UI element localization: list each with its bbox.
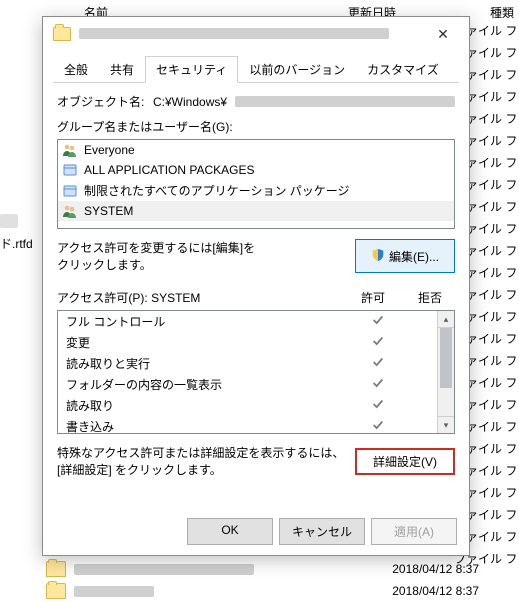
permission-row[interactable]: フォルダーの内容の一覧表示 bbox=[58, 374, 454, 395]
permission-row[interactable]: 読み取りと実行 bbox=[58, 353, 454, 374]
permission-row[interactable]: 読み取り bbox=[58, 395, 454, 416]
scroll-thumb[interactable] bbox=[440, 328, 452, 388]
edit-row: アクセス許可を変更するには[編集]をクリックします。 編集(E)... bbox=[57, 239, 455, 273]
edit-hint: アクセス許可を変更するには[編集]をクリックします。 bbox=[57, 239, 355, 273]
tabstrip: 全般 共有 セキュリティ 以前のバージョン カスタマイズ bbox=[53, 55, 459, 83]
permissions-header: アクセス許可(P): SYSTEM 許可 拒否 bbox=[57, 289, 455, 306]
sidebar-item-rtfd[interactable]: ド.rtfd bbox=[0, 235, 33, 252]
col-allow: 許可 bbox=[341, 289, 405, 306]
explorer-left-frag: ド.rtfd bbox=[0, 210, 42, 254]
permission-allow bbox=[350, 418, 406, 434]
group-item-label: 制限されたすべてのアプリケーション パッケージ bbox=[84, 182, 350, 199]
permission-name: フル コントロール bbox=[66, 313, 350, 330]
permission-row[interactable]: 変更 bbox=[58, 332, 454, 353]
permission-allow bbox=[350, 334, 406, 351]
tab-customize[interactable]: カスタマイズ bbox=[356, 56, 450, 83]
permission-name: 書き込み bbox=[66, 418, 350, 434]
package-icon bbox=[62, 162, 78, 178]
package-icon bbox=[62, 183, 78, 199]
group-item-everyone[interactable]: Everyone bbox=[58, 140, 454, 160]
dialog-footer: OK キャンセル 適用(A) bbox=[43, 508, 469, 555]
users-icon bbox=[62, 142, 78, 158]
folder-icon bbox=[53, 27, 71, 41]
group-item-all-application-packages[interactable]: ALL APPLICATION PACKAGES bbox=[58, 160, 454, 180]
col-kind[interactable]: 種類 bbox=[490, 4, 514, 21]
group-item-system[interactable]: SYSTEM bbox=[58, 201, 454, 221]
group-item-label: ALL APPLICATION PACKAGES bbox=[84, 163, 255, 177]
edit-button[interactable]: 編集(E)... bbox=[355, 239, 455, 273]
check-icon bbox=[371, 397, 385, 411]
explorer-bottom-rows: 2018/04/12 8:37 2018/04/12 8:37 bbox=[46, 558, 519, 602]
groups-label-text: グループ名またはユーザー名(G): bbox=[57, 118, 233, 135]
cancel-button[interactable]: キャンセル bbox=[279, 518, 365, 545]
edit-button-label: 編集(E)... bbox=[389, 248, 439, 265]
scroll-down-icon[interactable]: ▾ bbox=[438, 416, 454, 433]
advanced-row: 特殊なアクセス許可または詳細設定を表示するには、[詳細設定] をクリックします。… bbox=[57, 444, 455, 478]
permissions-listbox[interactable]: フル コントロール変更読み取りと実行フォルダーの内容の一覧表示読み取り書き込み … bbox=[57, 310, 455, 434]
object-path-prefix: C:¥Windows¥ bbox=[153, 95, 227, 109]
folder-icon bbox=[46, 561, 66, 577]
permission-allow bbox=[350, 313, 406, 330]
tab-security[interactable]: セキュリティ bbox=[145, 56, 238, 83]
shield-icon bbox=[371, 248, 385, 265]
scrollbar[interactable]: ▴ ▾ bbox=[437, 311, 454, 433]
permission-name: フォルダーの内容の一覧表示 bbox=[66, 376, 350, 393]
permissions-label: アクセス許可(P): SYSTEM bbox=[57, 289, 341, 306]
tab-general[interactable]: 全般 bbox=[53, 56, 99, 83]
permission-name: 変更 bbox=[66, 334, 350, 351]
file-date: 2018/04/12 8:37 bbox=[392, 584, 479, 598]
object-name-row: オブジェクト名: C:¥Windows¥ bbox=[57, 93, 455, 110]
scroll-up-icon[interactable]: ▴ bbox=[438, 311, 454, 328]
tab-previous-versions[interactable]: 以前のバージョン bbox=[238, 56, 356, 83]
object-name-label: オブジェクト名: bbox=[57, 93, 153, 110]
folder-icon bbox=[46, 583, 66, 599]
titlebar: ✕ bbox=[43, 17, 469, 51]
check-icon bbox=[371, 334, 385, 348]
dialog-title bbox=[79, 28, 423, 40]
check-icon bbox=[371, 313, 385, 327]
col-deny: 拒否 bbox=[405, 289, 455, 306]
close-button[interactable]: ✕ bbox=[423, 19, 463, 49]
advanced-hint: 特殊なアクセス許可または詳細設定を表示するには、[詳細設定] をクリックします。 bbox=[57, 444, 355, 478]
groups-listbox[interactable]: Everyone ALL APPLICATION PACKAGES 制限されたすべて… bbox=[57, 139, 455, 229]
groups-label: グループ名またはユーザー名(G): bbox=[57, 118, 455, 135]
permission-allow bbox=[350, 355, 406, 372]
check-icon bbox=[371, 418, 385, 432]
permission-row[interactable]: 書き込み bbox=[58, 416, 454, 434]
check-icon bbox=[371, 355, 385, 369]
tab-content: オブジェクト名: C:¥Windows¥ グループ名またはユーザー名(G): E… bbox=[43, 83, 469, 508]
blurred-filename bbox=[74, 564, 254, 575]
ok-button[interactable]: OK bbox=[187, 518, 273, 545]
permission-allow bbox=[350, 376, 406, 393]
blurred-path bbox=[235, 96, 455, 107]
object-name-value: C:¥Windows¥ bbox=[153, 95, 455, 109]
apply-button: 適用(A) bbox=[371, 518, 457, 545]
permission-name: 読み取りと実行 bbox=[66, 355, 350, 372]
group-item-label: Everyone bbox=[84, 143, 135, 157]
blurred-filename bbox=[74, 586, 154, 597]
tab-share[interactable]: 共有 bbox=[99, 56, 145, 83]
check-icon bbox=[371, 376, 385, 390]
properties-dialog: ✕ 全般 共有 セキュリティ 以前のバージョン カスタマイズ オブジェクト名: … bbox=[42, 16, 470, 556]
permission-allow bbox=[350, 397, 406, 414]
users-icon bbox=[62, 203, 78, 219]
permission-name: 読み取り bbox=[66, 397, 350, 414]
group-item--[interactable]: 制限されたすべてのアプリケーション パッケージ bbox=[58, 180, 454, 201]
advanced-button[interactable]: 詳細設定(V) bbox=[355, 448, 455, 475]
permission-row[interactable]: フル コントロール bbox=[58, 311, 454, 332]
file-date: 2018/04/12 8:37 bbox=[392, 562, 479, 576]
group-item-label: SYSTEM bbox=[84, 204, 133, 218]
